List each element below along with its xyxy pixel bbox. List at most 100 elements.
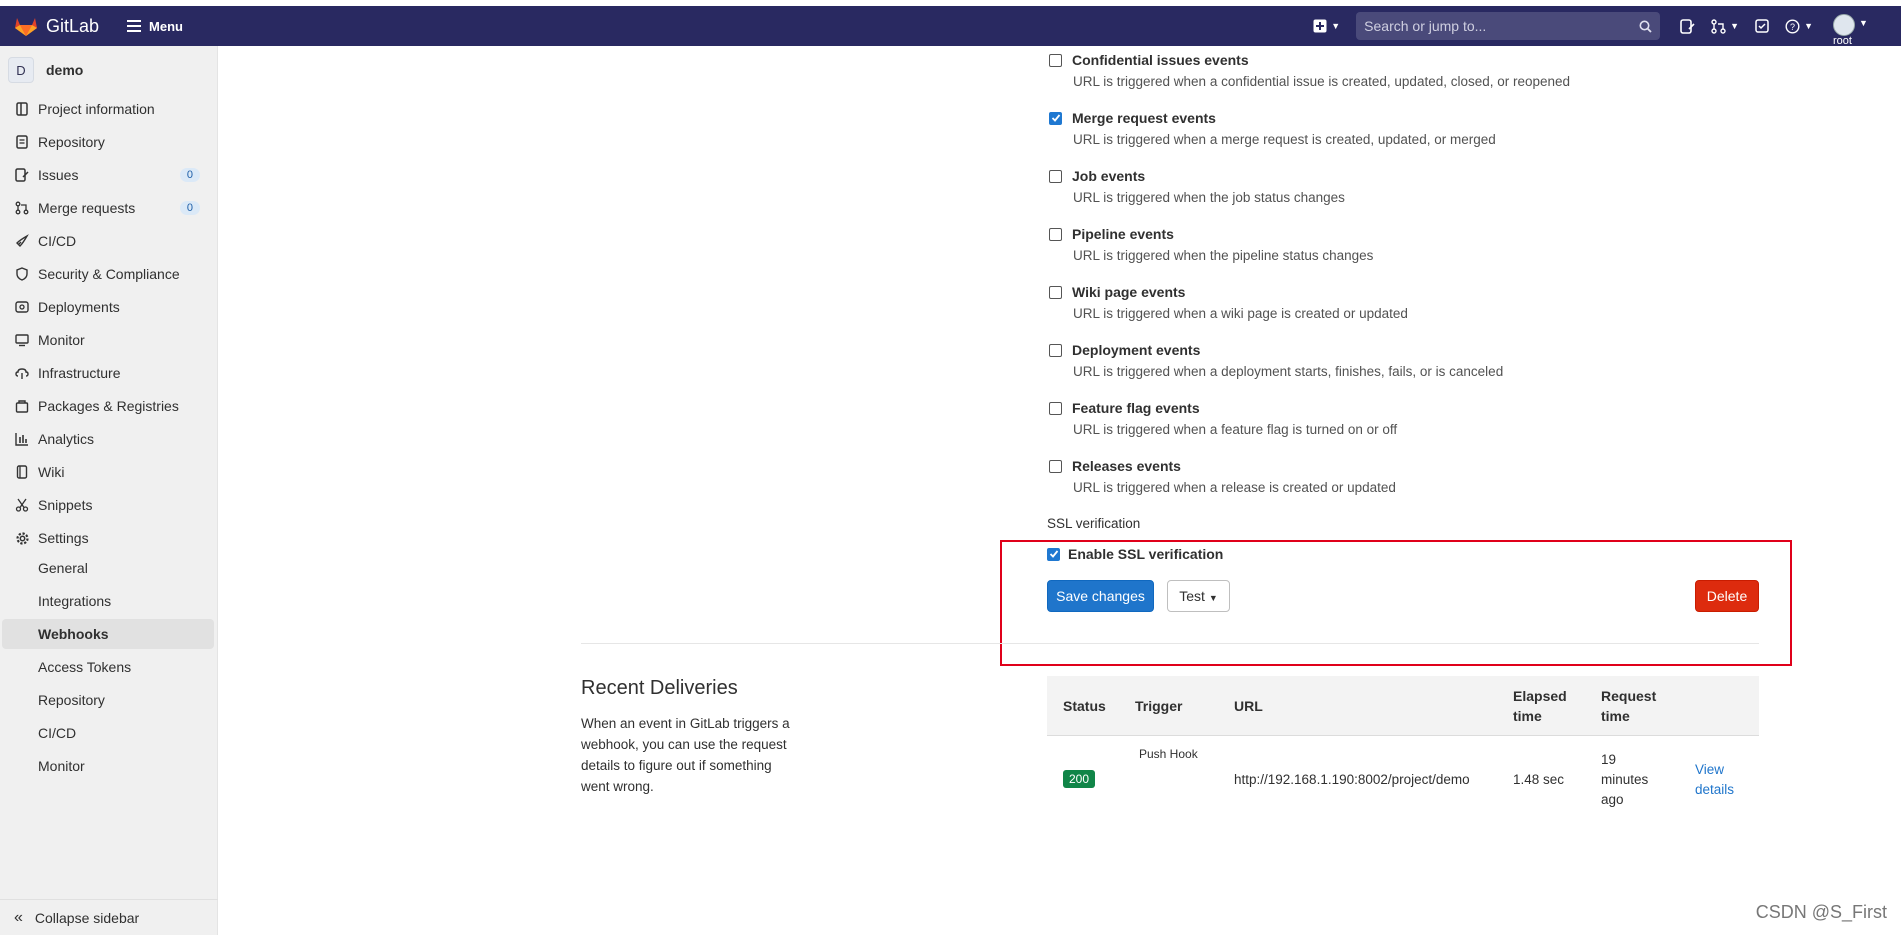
status-badge: 200	[1063, 770, 1096, 788]
double-chevron-left-icon: «	[14, 908, 23, 926]
elapsed-cell: 1.48 sec	[1513, 772, 1565, 787]
chevron-down-icon: ▼	[1730, 21, 1740, 31]
gitlab-home-link[interactable]: GitLab	[14, 15, 99, 37]
svg-text:?: ?	[1790, 22, 1795, 32]
issues-icon	[1680, 18, 1695, 34]
view-details-line1: View	[1695, 762, 1725, 777]
recent-deliveries-description: When an event in GitLab triggers a webho…	[581, 716, 790, 794]
sidebar-item-infrastructure[interactable]: Infrastructure	[0, 358, 214, 388]
sidebar-subitem-access-tokens[interactable]: Access Tokens	[2, 652, 214, 682]
project-avatar: D	[8, 57, 34, 83]
sidebar-subitem-monitor[interactable]: Monitor	[2, 751, 214, 781]
event-description: URL is triggered when a wiki page is cre…	[1073, 306, 1408, 321]
doc-icon	[14, 134, 30, 150]
event-title: Confidential issues events	[1072, 52, 1249, 68]
sidebar-item-repository[interactable]: Repository	[0, 127, 214, 157]
merge-requests-nav-button[interactable]: ▼	[1711, 18, 1740, 34]
avatar	[1833, 14, 1855, 36]
event-checkbox[interactable]	[1049, 343, 1062, 357]
help-icon: ?	[1785, 18, 1800, 34]
sidebar-item-label: Infrastructure	[38, 365, 121, 381]
request-time-line2: minutes	[1601, 772, 1649, 787]
sidebar-item-label: Project information	[38, 101, 155, 117]
sidebar-item-label: Packages & Registries	[38, 398, 179, 414]
event-description: URL is triggered when a feature flag is …	[1073, 422, 1398, 437]
sidebar-item-label: Merge requests	[38, 200, 136, 216]
sidebar-item-wiki[interactable]: Wiki	[0, 457, 214, 487]
event-checkbox[interactable]	[1049, 401, 1062, 415]
sidebar-item-security-compliance[interactable]: Security & Compliance	[0, 259, 214, 289]
column-url: URL	[1234, 698, 1263, 714]
merge-request-icon	[14, 200, 30, 216]
sidebar-item-label: Issues	[38, 167, 79, 183]
new-dropdown[interactable]: ▼	[1313, 19, 1340, 33]
event-title: Job events	[1072, 168, 1146, 184]
column-elapsed-line2: time	[1513, 708, 1542, 724]
column-request-line2: time	[1601, 708, 1630, 724]
event-merge-request: Merge request events URL is triggered wh…	[1049, 110, 1749, 147]
collapse-sidebar-button[interactable]: « Collapse sidebar	[0, 899, 218, 935]
view-details-link[interactable]: View details	[1695, 760, 1734, 800]
issues-nav-button[interactable]	[1680, 18, 1695, 34]
sidebar-item-snippets[interactable]: Snippets	[0, 490, 214, 520]
event-confidential-issues: Confidential issues events URL is trigge…	[1049, 52, 1749, 89]
todo-icon	[1755, 19, 1769, 33]
chevron-down-icon: ▼	[1331, 21, 1341, 31]
book-icon	[14, 464, 30, 480]
chevron-down-icon: ▼	[1859, 18, 1868, 28]
sidebar-subitem-general[interactable]: General	[2, 553, 214, 583]
todos-nav-button[interactable]	[1755, 19, 1769, 33]
sidebar-item-label: Analytics	[38, 431, 95, 447]
sidebar-subitem-repository[interactable]: Repository	[2, 685, 214, 715]
check-icon	[1051, 114, 1060, 122]
rocket-icon	[14, 233, 30, 249]
issues-count-badge: 0	[179, 168, 200, 182]
deployments-icon	[14, 299, 30, 315]
event-title: Wiki page events	[1072, 284, 1186, 300]
search-input[interactable]	[1364, 18, 1615, 34]
brand-name: GitLab	[46, 15, 100, 36]
project-name: demo	[46, 62, 84, 78]
event-title: Pipeline events	[1072, 226, 1174, 242]
event-description: URL is triggered when a merge request is…	[1073, 132, 1496, 147]
sidebar-item-issues[interactable]: Issues 0	[0, 160, 214, 190]
sidebar-project[interactable]: D demo	[0, 46, 217, 94]
sidebar-item-merge-requests[interactable]: Merge requests 0	[0, 193, 214, 223]
sidebar-item-analytics[interactable]: Analytics	[0, 424, 214, 454]
event-job: Job events URL is triggered when the job…	[1049, 168, 1749, 205]
help-nav-button[interactable]: ? ▼	[1785, 18, 1813, 34]
sidebar-subitem-webhooks[interactable]: Webhooks	[2, 619, 214, 649]
scissors-icon	[14, 497, 30, 513]
top-navbar: GitLab Menu ▼ Search or jump to... ▼ ? ▼…	[0, 6, 1901, 47]
sidebar-item-settings[interactable]: Settings	[0, 523, 214, 553]
sidebar-item-label: Settings	[38, 530, 89, 546]
event-description: URL is triggered when the pipeline statu…	[1073, 248, 1374, 263]
sidebar-item-cicd[interactable]: CI/CD	[0, 226, 214, 256]
sidebar-item-monitor[interactable]: Monitor	[0, 325, 214, 355]
event-checkbox[interactable]	[1049, 169, 1062, 183]
sidebar-item-deployments[interactable]: Deployments	[0, 292, 214, 322]
sidebar-item-label: Deployments	[38, 299, 120, 315]
search-box[interactable]	[1356, 12, 1661, 40]
event-checkbox[interactable]	[1049, 53, 1062, 67]
event-checkbox[interactable]	[1049, 459, 1062, 473]
sidebar-subitem-integrations[interactable]: Integrations	[2, 586, 214, 616]
event-deployment: Deployment events URL is triggered when …	[1049, 342, 1749, 379]
event-checkbox[interactable]	[1049, 285, 1062, 299]
sidebar-subitem-cicd[interactable]: CI/CD	[2, 718, 214, 748]
user-menu[interactable]: root ▼	[1829, 6, 1877, 47]
chart-icon	[14, 431, 30, 447]
event-description: URL is triggered when a confidential iss…	[1073, 74, 1571, 89]
menu-button[interactable]: Menu	[127, 19, 183, 34]
sidebar-item-label: Repository	[38, 134, 105, 150]
event-checkbox[interactable]	[1049, 227, 1062, 241]
chevron-down-icon: ▼	[1804, 21, 1813, 31]
sidebar-item-project-information[interactable]: Project information	[0, 94, 214, 124]
sidebar-item-label: Snippets	[38, 497, 93, 513]
cloud-icon	[14, 365, 30, 381]
event-wiki-page: Wiki page events URL is triggered when a…	[1049, 284, 1749, 321]
event-checkbox[interactable]	[1049, 111, 1062, 125]
sidebar-item-packages-registries[interactable]: Packages & Registries	[0, 391, 214, 421]
event-description: URL is triggered when a release is creat…	[1073, 480, 1396, 495]
sidebar-item-label: Security & Compliance	[38, 266, 180, 282]
